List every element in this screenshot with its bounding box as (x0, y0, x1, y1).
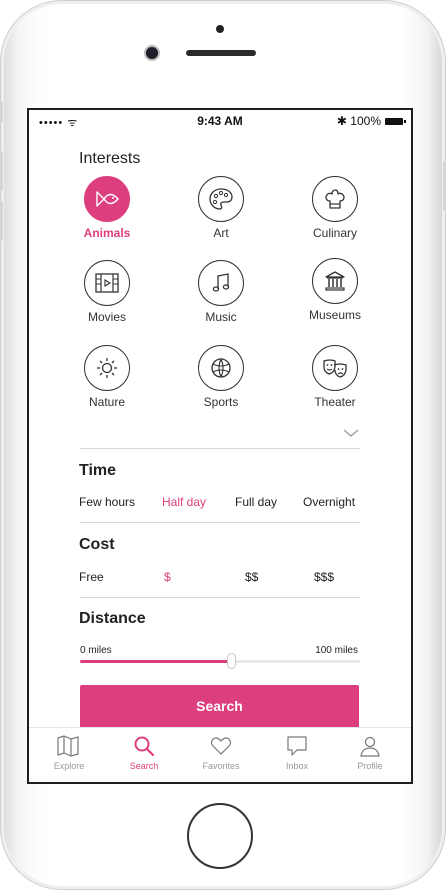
interest-music[interactable]: Music (181, 260, 261, 324)
interests-title: Interests (79, 150, 141, 167)
earpiece-speaker (186, 50, 256, 56)
time-option-overnight[interactable]: Overnight (303, 495, 355, 509)
battery-label: ✱ 100% (336, 114, 381, 128)
interest-sports[interactable]: Sports (181, 345, 261, 409)
chevron-down-icon[interactable] (343, 428, 359, 438)
tab-favorites[interactable]: Favorites (186, 734, 256, 771)
map-icon (34, 734, 104, 758)
volume-up-button (0, 151, 3, 191)
tab-inbox[interactable]: Inbox (262, 734, 332, 771)
tab-label: Explore (53, 761, 85, 771)
interest-label: Museums (308, 308, 361, 322)
time-title: Time (79, 462, 117, 479)
interest-nature[interactable]: Nature (67, 345, 147, 409)
music-note-icon (198, 260, 244, 306)
search-button[interactable]: Search (80, 685, 359, 728)
cost-option-free[interactable]: Free (79, 570, 104, 584)
time-option-few-hours[interactable]: Few hours (79, 495, 135, 509)
divider (80, 522, 360, 523)
tab-explore[interactable]: Explore (34, 734, 104, 771)
cost-option-2[interactable]: $$ (245, 570, 258, 584)
interest-label: Theater (314, 395, 356, 409)
interest-label: Animals (83, 226, 131, 240)
tab-label: Inbox (285, 761, 309, 771)
chef-hat-icon (312, 176, 358, 222)
museum-icon (312, 258, 358, 304)
tab-search[interactable]: Search (109, 734, 179, 771)
chat-bubble-icon (262, 734, 332, 758)
cost-option-3[interactable]: $$$ (314, 570, 334, 584)
theater-masks-icon (312, 345, 358, 391)
interest-museums[interactable]: Museums (295, 258, 375, 322)
interest-label: Art (213, 226, 229, 240)
slider-fill (80, 660, 232, 663)
interest-label: Music (205, 310, 237, 324)
palette-icon (198, 176, 244, 222)
status-bar: ••••• ᯤ 9:43 AM ✱ 100% (29, 110, 411, 132)
ball-icon (198, 345, 244, 391)
interest-animals[interactable]: Animals (67, 176, 147, 240)
interest-movies[interactable]: Movies (67, 260, 147, 324)
mute-switch (0, 101, 3, 123)
volume-down-button (0, 201, 3, 241)
cost-option-1[interactable]: $ (164, 570, 171, 584)
time-option-half-day[interactable]: Half day (162, 495, 206, 509)
interest-label: Nature (88, 395, 126, 409)
interest-theater[interactable]: Theater (295, 345, 375, 409)
home-button[interactable] (187, 803, 253, 869)
proximity-sensor (216, 25, 224, 33)
cost-title: Cost (79, 536, 115, 553)
front-camera (146, 47, 158, 59)
search-icon (109, 734, 179, 758)
tab-label: Favorites (202, 761, 240, 771)
fish-icon (84, 176, 130, 222)
tab-label: Profile (357, 761, 383, 771)
time-option-full-day[interactable]: Full day (235, 495, 277, 509)
distance-slider[interactable] (80, 653, 360, 669)
distance-min-label: 0 miles (80, 645, 112, 656)
battery-icon (385, 118, 406, 125)
divider (80, 597, 360, 598)
divider (80, 448, 360, 449)
slider-thumb[interactable] (227, 653, 237, 669)
film-icon (84, 260, 130, 306)
interest-label: Sports (203, 395, 239, 409)
sun-icon (84, 345, 130, 391)
distance-title: Distance (79, 610, 146, 627)
user-icon (335, 734, 405, 758)
interest-label: Culinary (312, 226, 357, 240)
tab-label: Search (129, 761, 159, 771)
tab-profile[interactable]: Profile (335, 734, 405, 771)
distance-max-label: 100 miles (315, 645, 358, 656)
interest-culinary[interactable]: Culinary (295, 176, 375, 240)
heart-icon (186, 734, 256, 758)
tab-bar: Explore Search Favorites Inbox Profile (29, 727, 411, 782)
interest-art[interactable]: Art (181, 176, 261, 240)
app-screen: ••••• ᯤ 9:43 AM ✱ 100% Interests Animals… (27, 108, 413, 784)
interest-label: Movies (87, 310, 126, 324)
